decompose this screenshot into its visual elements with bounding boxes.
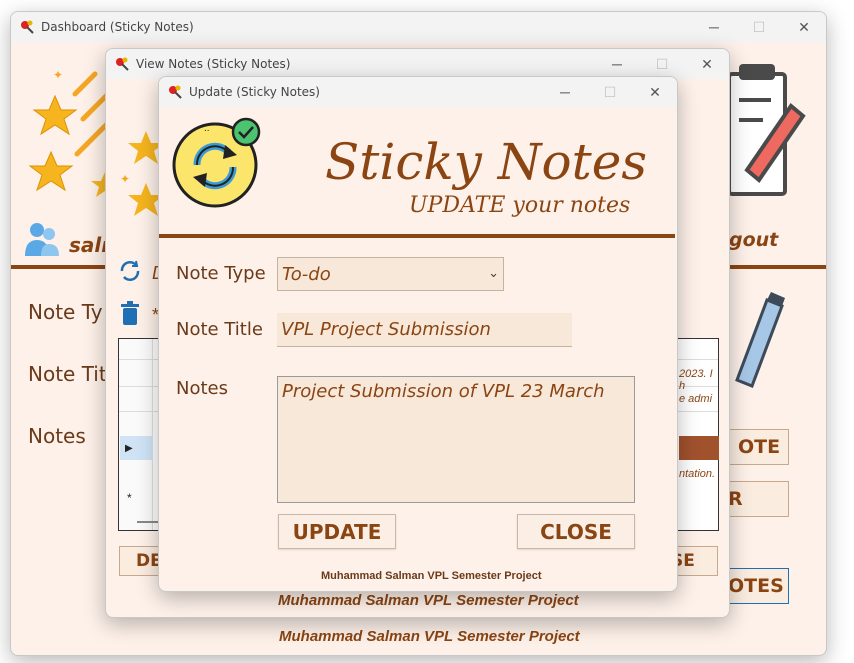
view-notes-footer: Muhammad Salman VPL Semester Project bbox=[278, 592, 579, 609]
grid-row-headers bbox=[119, 339, 153, 530]
update-footer: Muhammad Salman VPL Semester Project bbox=[321, 570, 542, 582]
dashboard-footer: Muhammad Salman VPL Semester Project bbox=[279, 628, 580, 645]
update-title: Update (Sticky Notes) bbox=[189, 85, 320, 99]
close-button[interactable]: CLOSE bbox=[517, 514, 635, 549]
note-type-label: Note Type bbox=[176, 263, 266, 284]
note-title-value: VPL Project Submission bbox=[281, 319, 491, 340]
dash-note-type-label: Note Ty bbox=[28, 300, 103, 324]
view-minimize-button[interactable]: ─ bbox=[594, 49, 640, 79]
note-type-select[interactable]: To-do ⌄ bbox=[277, 257, 504, 291]
grid-cell: 2023. I h bbox=[679, 368, 713, 392]
svg-text:✦: ✦ bbox=[120, 172, 130, 186]
new-row-icon: * bbox=[127, 491, 132, 505]
update-maximize-button[interactable]: ☐ bbox=[587, 77, 633, 107]
chevron-down-icon[interactable]: ⌄ bbox=[488, 266, 499, 281]
svg-text:..: .. bbox=[204, 123, 210, 134]
pushpin-icon bbox=[167, 84, 183, 100]
note-type-value: To-do bbox=[282, 263, 331, 285]
update-window: Update (Sticky Notes) ─ ☐ ✕ .. Sticky No… bbox=[158, 76, 678, 592]
refresh-icon[interactable] bbox=[118, 259, 142, 283]
user-icon bbox=[25, 223, 59, 256]
app-subtitle: UPDATE your notes bbox=[409, 193, 631, 218]
update-button[interactable]: UPDATE bbox=[278, 514, 396, 549]
pushpin-icon bbox=[114, 56, 130, 72]
note-title-input[interactable]: VPL Project Submission bbox=[277, 313, 572, 347]
notes-value: Project Submission of VPL 23 March bbox=[282, 381, 605, 402]
logout-link[interactable]: gout bbox=[729, 229, 778, 251]
row-pointer-icon: ▶ bbox=[125, 443, 133, 454]
pushpin-icon bbox=[19, 19, 35, 35]
clipboard-pencil-icon bbox=[727, 64, 806, 196]
dashboard-title: Dashboard (Sticky Notes) bbox=[41, 20, 194, 34]
view-maximize-button[interactable]: ☐ bbox=[639, 49, 685, 79]
grid-cell: ntation. bbox=[679, 468, 716, 480]
svg-text:✦: ✦ bbox=[53, 68, 63, 82]
grid-cell: e admi bbox=[679, 393, 713, 405]
dash-notes-label: Notes bbox=[28, 424, 86, 448]
view-notes-title: View Notes (Sticky Notes) bbox=[136, 57, 291, 71]
update-minimize-button[interactable]: ─ bbox=[542, 77, 588, 107]
notes-textarea[interactable]: Project Submission of VPL 23 March bbox=[277, 376, 635, 503]
note-title-label: Note Title bbox=[176, 319, 263, 340]
dash-note-title-label: Note Tit bbox=[28, 362, 107, 386]
trash-icon[interactable] bbox=[120, 301, 140, 327]
view-close-button[interactable]: ✕ bbox=[684, 49, 729, 79]
dashboard-close-button[interactable]: ✕ bbox=[781, 12, 826, 42]
pen-icon bbox=[735, 292, 785, 388]
selected-row-cell[interactable] bbox=[679, 436, 719, 460]
update-divider bbox=[159, 234, 675, 238]
update-close-button[interactable]: ✕ bbox=[632, 77, 677, 107]
dashboard-minimize-button[interactable]: ─ bbox=[691, 12, 737, 42]
app-title: Sticky Notes bbox=[325, 133, 647, 191]
sync-icon: .. bbox=[172, 117, 261, 208]
notes-label: Notes bbox=[176, 378, 228, 399]
dashboard-maximize-button[interactable]: ☐ bbox=[736, 12, 782, 42]
